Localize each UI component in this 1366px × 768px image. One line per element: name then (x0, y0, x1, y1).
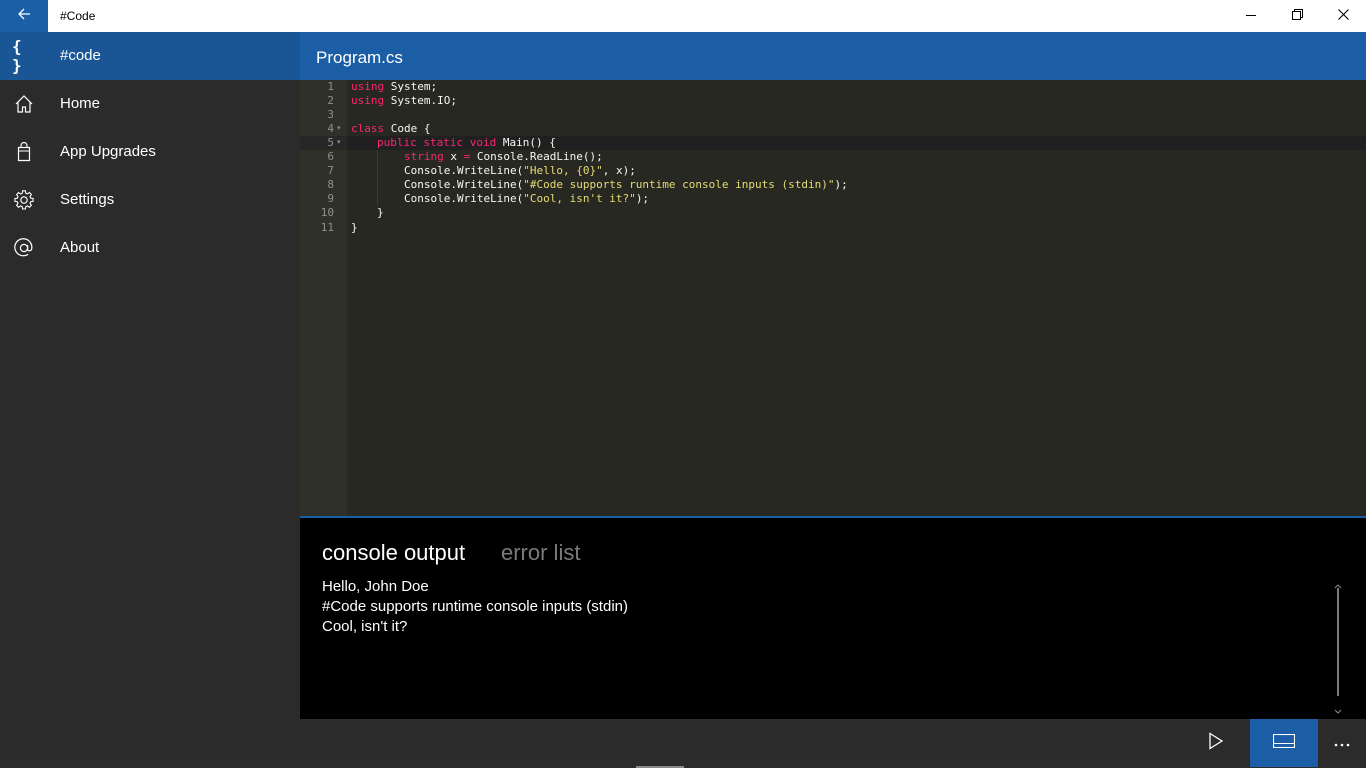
line-number: 2 (327, 94, 334, 107)
sidebar-item-home[interactable]: Home (0, 80, 300, 128)
shopping-bag-icon (12, 140, 36, 164)
code-line: Console.WriteLine("Hello, {0}", x); (404, 164, 636, 178)
code-token: x (443, 150, 464, 163)
command-bar (300, 719, 1366, 768)
code-token-keyword: void (469, 136, 497, 149)
toggle-output-panel-icon (1272, 733, 1296, 753)
console-output-line: Cool, isn't it? (322, 618, 408, 635)
line-number: 4 (327, 122, 334, 135)
arrow-left-icon (16, 6, 32, 27)
code-token: Console.ReadLine(); (470, 150, 603, 163)
code-line: using System.IO; (351, 94, 457, 108)
console-output-line: Hello, John Doe (322, 578, 429, 595)
code-token-keyword: string (404, 150, 444, 163)
code-token-keyword: using (351, 94, 385, 107)
line-number: 5 (327, 136, 334, 149)
code-line: string x = Console.ReadLine(); (404, 150, 603, 164)
braces-icon: { } (12, 37, 23, 75)
sidebar-item-settings[interactable]: Settings (0, 176, 300, 224)
home-icon (12, 92, 36, 116)
line-number: 10 (320, 206, 334, 219)
code-token: System; (384, 80, 438, 93)
code-line: public static void Main() { (377, 136, 556, 150)
more-button[interactable] (1318, 719, 1366, 767)
document-header: Program.cs (300, 32, 1366, 80)
sidebar-item-label: #code (60, 47, 101, 64)
code-line: class Code { (351, 122, 430, 136)
console-output-line: #Code supports runtime console inputs (s… (322, 598, 628, 615)
code-token: Code { (384, 122, 431, 135)
toggle-output-panel-button[interactable] (1250, 719, 1318, 767)
code-token: Console.WriteLine( (404, 178, 524, 191)
tab-error-list[interactable]: error list (501, 540, 580, 566)
minimize-icon (1246, 7, 1256, 25)
code-token: , x); (602, 164, 636, 177)
scrollbar-thumb[interactable] (1337, 588, 1339, 696)
sidebar-item-code[interactable]: { } #code (0, 32, 300, 80)
line-number: 6 (327, 150, 334, 163)
code-token-keyword: public (377, 136, 417, 149)
sidebar-item-label: Settings (60, 191, 115, 208)
indent-guide (377, 150, 378, 206)
fold-arrow-icon[interactable]: ▾ (337, 136, 345, 150)
sidebar-item-label: About (60, 239, 100, 256)
file-title: Program.cs (316, 48, 403, 67)
code-token: ); (635, 192, 650, 205)
line-number: 7 (327, 164, 334, 177)
gear-icon (12, 188, 36, 212)
code-token: Console.WriteLine( (404, 192, 524, 205)
at-sign-icon (12, 236, 36, 260)
sidebar-item-app-upgrades[interactable]: App Upgrades (0, 128, 300, 176)
output-scrollbar[interactable] (1334, 576, 1342, 714)
close-icon (1337, 7, 1349, 25)
minimize-button[interactable] (1228, 0, 1274, 32)
code-token-string: "#Code supports runtime console inputs (… (523, 178, 835, 191)
code-line: } (377, 206, 384, 219)
code-editor[interactable]: 1 2 3 4 5 6 7 8 9 10 11 ▾ ▾ using System… (300, 80, 1366, 516)
code-line: Console.WriteLine("Cool, isn't it?"); (404, 192, 649, 206)
navigation-pane: { } #code Home App Upgrades Settings Abo… (0, 32, 300, 768)
code-line: } (351, 221, 358, 234)
scroll-down-icon[interactable] (1334, 702, 1342, 720)
restore-icon (1291, 7, 1303, 25)
run-icon (1208, 731, 1224, 755)
title-bar: #Code (0, 0, 1366, 32)
code-token: Console.WriteLine( (404, 164, 524, 177)
code-token: ); (834, 178, 848, 191)
run-button[interactable] (1192, 719, 1240, 767)
output-panel: console output error list Hello, John Do… (300, 518, 1366, 719)
sidebar-item-label: App Upgrades (60, 143, 156, 160)
code-token-keyword: class (351, 122, 385, 135)
code-token-string: "Cool, isn't it?" (523, 192, 636, 205)
window-title: #Code (60, 9, 96, 23)
back-button[interactable] (0, 0, 48, 32)
more-icon (1334, 734, 1350, 752)
sidebar-item-about[interactable]: About (0, 224, 300, 272)
tab-console-output[interactable]: console output (322, 540, 465, 566)
code-token-keyword: static (423, 136, 464, 149)
close-button[interactable] (1320, 0, 1366, 32)
fold-arrow-icon[interactable]: ▾ (337, 122, 345, 136)
line-number: 3 (327, 108, 334, 121)
restore-button[interactable] (1274, 0, 1320, 32)
code-token: System.IO; (384, 94, 457, 107)
line-number: 11 (320, 221, 334, 234)
sidebar-item-label: Home (60, 95, 101, 112)
code-token-keyword: using (351, 80, 385, 93)
code-line: using System; (351, 80, 437, 94)
line-number: 1 (327, 80, 334, 93)
code-token: Main() { (496, 136, 556, 149)
code-line: Console.WriteLine("#Code supports runtim… (404, 178, 848, 192)
line-number: 8 (327, 178, 334, 191)
code-token-string: "Hello, {0}" (523, 164, 603, 177)
line-number: 9 (327, 192, 334, 205)
